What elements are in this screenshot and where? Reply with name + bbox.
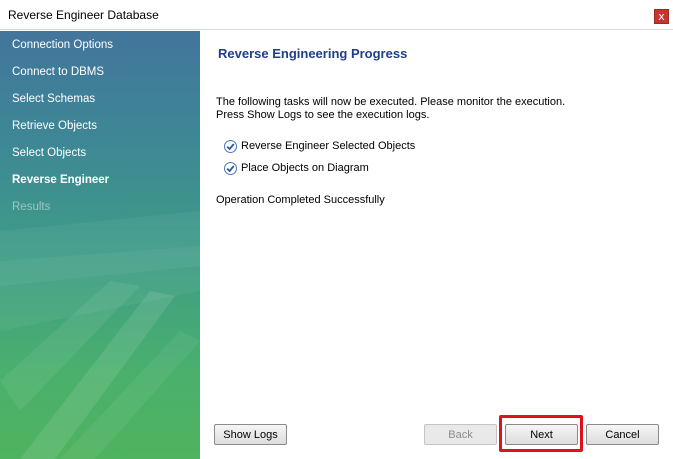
sidebar-step-connect-to-dbms: Connect to DBMS [12, 66, 105, 78]
checkmark-icon [224, 139, 237, 153]
checkmark-icon [224, 161, 237, 175]
sidebar-step-reverse-engineer: Reverse Engineer [12, 174, 110, 186]
description-line-2: Press Show Logs to see the execution log… [216, 109, 430, 121]
show-logs-button[interactable]: Show Logs [214, 424, 287, 445]
description-line-1: The following tasks will now be executed… [216, 96, 566, 108]
page-title: Reverse Engineering Progress [218, 46, 408, 61]
back-button[interactable]: Back [424, 424, 497, 445]
sidebar-step-retrieve-objects: Retrieve Objects [12, 120, 98, 132]
task-label: Reverse Engineer Selected Objects [241, 140, 416, 152]
window-title: Reverse Engineer Database [8, 8, 159, 22]
title-bar: Reverse Engineer Database x [0, 0, 673, 30]
close-button[interactable]: x [654, 9, 669, 24]
sidebar-step-select-schemas: Select Schemas [12, 93, 96, 105]
task-label: Place Objects on Diagram [241, 162, 369, 174]
cancel-button[interactable]: Cancel [586, 424, 659, 445]
wizard-sidebar: Connection Options Connect to DBMS Selec… [0, 31, 200, 459]
task-reverse-engineer-selected-objects: Reverse Engineer Selected Objects [224, 138, 415, 154]
close-icon: x [658, 10, 665, 23]
sidebar-step-connection-options: Connection Options [12, 39, 114, 51]
next-button-highlight [499, 415, 583, 452]
sidebar-step-results: Results [12, 201, 51, 213]
status-message: Operation Completed Successfully [216, 194, 385, 206]
wizard-content: Reverse Engineering Progress The followi… [200, 31, 673, 459]
task-place-objects-on-diagram: Place Objects on Diagram [224, 160, 369, 176]
sidebar-step-select-objects: Select Objects [12, 147, 87, 159]
